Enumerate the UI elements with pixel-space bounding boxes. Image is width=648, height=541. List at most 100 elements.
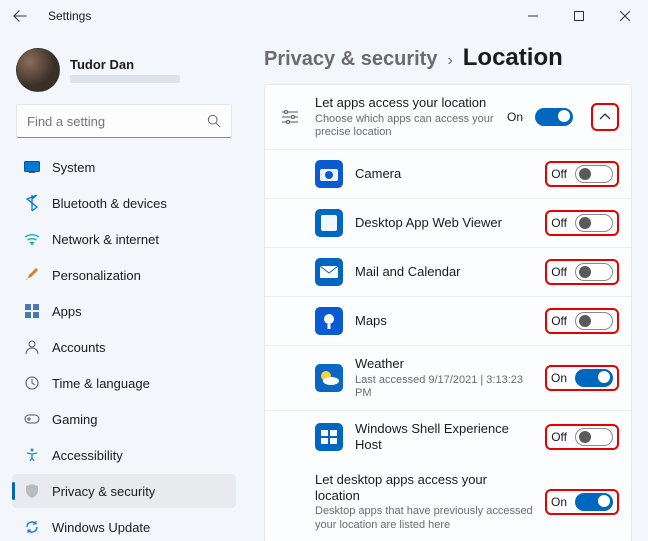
toggle-state-label: On <box>551 371 567 385</box>
search-icon <box>207 114 221 128</box>
nav-accounts[interactable]: Accounts <box>12 330 236 364</box>
toggle-state-label: Off <box>551 430 567 444</box>
app-icon <box>315 307 343 335</box>
update-icon <box>24 519 40 535</box>
nav-label: Accessibility <box>52 448 123 463</box>
toggle-state-label: On <box>551 495 567 509</box>
apps-icon <box>24 303 40 319</box>
person-icon <box>24 339 40 355</box>
toggle-app[interactable] <box>575 214 613 232</box>
account-profile[interactable]: Tudor Dan <box>8 40 240 104</box>
app-name: Camera <box>355 166 533 182</box>
nav-label: Apps <box>52 304 82 319</box>
nav-privacy[interactable]: Privacy & security <box>12 474 236 508</box>
app-title: Settings <box>48 9 91 23</box>
app-row: Maps Off <box>265 297 631 346</box>
nav-label: Personalization <box>52 268 141 283</box>
row-title: Let apps access your location <box>315 95 495 111</box>
breadcrumb: Privacy & security › Location <box>264 44 632 72</box>
app-name: Windows Shell Experience Host <box>355 421 533 452</box>
sidebar: Tudor Dan System Bluetooth & devices Net… <box>0 32 248 541</box>
toggle-app[interactable] <box>575 428 613 446</box>
page-title: Location <box>463 44 563 72</box>
nav-label: Accounts <box>52 340 105 355</box>
nav-label: Bluetooth & devices <box>52 196 167 211</box>
maximize-button[interactable] <box>556 0 602 32</box>
close-button[interactable] <box>602 0 648 32</box>
toggle-state-label: Off <box>551 314 567 328</box>
toggle-app[interactable] <box>575 165 613 183</box>
row-title: Let desktop apps access your location <box>315 472 533 503</box>
toggle-app[interactable] <box>575 312 613 330</box>
nav-label: Windows Update <box>52 520 150 535</box>
toggle-let-apps[interactable] <box>535 108 573 126</box>
app-name: Weather <box>355 356 533 372</box>
content-area: Privacy & security › Location Let apps a… <box>248 32 648 541</box>
app-row: Desktop App Web Viewer Off <box>265 199 631 248</box>
clock-icon <box>24 375 40 391</box>
toggle-state-label: Off <box>551 167 567 181</box>
titlebar: Settings <box>0 0 648 32</box>
nav-accessibility[interactable]: Accessibility <box>12 438 236 472</box>
sliders-icon <box>277 109 303 125</box>
nav-label: Network & internet <box>52 232 159 247</box>
app-icon <box>315 160 343 188</box>
back-button[interactable] <box>0 0 40 32</box>
toggle-state-label: Off <box>551 216 567 230</box>
nav-apps[interactable]: Apps <box>12 294 236 328</box>
arrow-left-icon <box>13 9 27 23</box>
nav-label: System <box>52 160 95 175</box>
nav-network[interactable]: Network & internet <box>12 222 236 256</box>
app-name: Desktop App Web Viewer <box>355 215 533 231</box>
maximize-icon <box>574 11 584 21</box>
bluetooth-icon <box>24 195 40 211</box>
close-icon <box>620 11 630 21</box>
profile-email-placeholder <box>70 75 180 83</box>
app-icon <box>315 423 343 451</box>
row-subtitle: Desktop apps that have previously access… <box>315 505 533 531</box>
toggle-state-label: Off <box>551 265 567 279</box>
app-name: Maps <box>355 313 533 329</box>
collapse-button[interactable] <box>591 103 619 131</box>
toggle-app[interactable] <box>575 369 613 387</box>
avatar <box>16 48 60 92</box>
nav-gaming[interactable]: Gaming <box>12 402 236 436</box>
search-input[interactable] <box>27 114 207 129</box>
app-icon <box>315 364 343 392</box>
nav-system[interactable]: System <box>12 150 236 184</box>
row-subtitle: Choose which apps can access your precis… <box>315 113 495 139</box>
minimize-button[interactable] <box>510 0 556 32</box>
nav-personalization[interactable]: Personalization <box>12 258 236 292</box>
minimize-icon <box>528 11 538 21</box>
app-row: Camera Off <box>265 150 631 199</box>
profile-name: Tudor Dan <box>70 57 180 72</box>
system-icon <box>24 159 40 175</box>
gaming-icon <box>24 411 40 427</box>
nav-bluetooth[interactable]: Bluetooth & devices <box>12 186 236 220</box>
nav-list: System Bluetooth & devices Network & int… <box>12 150 236 541</box>
chevron-right-icon: › <box>447 52 452 70</box>
toggle-state-label: On <box>507 110 523 124</box>
settings-card: Let apps access your location Choose whi… <box>264 84 632 541</box>
brush-icon <box>24 267 40 283</box>
app-subtitle: Last accessed 9/17/2021 | 3:13:23 PM <box>355 374 533 400</box>
row-let-apps-access: Let apps access your location Choose whi… <box>265 85 631 150</box>
row-let-desktop-apps: Let desktop apps access your location De… <box>265 462 631 541</box>
nav-time[interactable]: Time & language <box>12 366 236 400</box>
nav-update[interactable]: Windows Update <box>12 510 236 541</box>
toggle-desktop-apps[interactable] <box>575 493 613 511</box>
search-box[interactable] <box>16 104 232 138</box>
toggle-app[interactable] <box>575 263 613 281</box>
app-icon <box>315 209 343 237</box>
wifi-icon <box>24 231 40 247</box>
app-row: Weather Last accessed 9/17/2021 | 3:13:23… <box>265 346 631 411</box>
nav-label: Privacy & security <box>52 484 155 499</box>
app-row: Windows Shell Experience Host Off <box>265 411 631 462</box>
shield-icon <box>24 483 40 499</box>
app-row: Mail and CalendarOff <box>265 248 631 297</box>
nav-label: Gaming <box>52 412 98 427</box>
breadcrumb-parent[interactable]: Privacy & security <box>264 48 437 71</box>
app-icon <box>315 258 343 286</box>
chevron-up-icon <box>599 113 611 121</box>
accessibility-icon <box>24 447 40 463</box>
